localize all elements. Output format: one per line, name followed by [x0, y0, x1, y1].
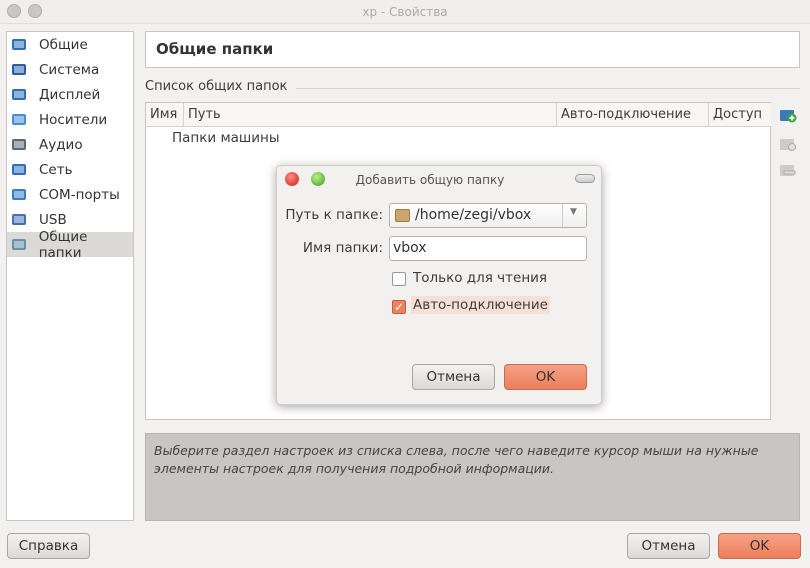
column-header-access[interactable]: Доступ [709, 103, 771, 127]
remove-folder-icon[interactable] [779, 162, 797, 178]
ok-button[interactable]: OK [718, 533, 801, 559]
sidebar-item[interactable]: Аудио [7, 132, 133, 157]
column-header-name[interactable]: Имя [146, 103, 184, 127]
divider [296, 88, 800, 89]
path-label: Путь к папке: [285, 207, 383, 223]
sidebar-item-label: Дисплей [39, 86, 101, 103]
table-row[interactable]: Папки машины [172, 130, 280, 146]
sidebar-item-label: Система [39, 61, 100, 78]
network-icon [11, 162, 29, 178]
sidebar-item[interactable]: Система [7, 57, 133, 82]
add-shared-folder-dialog: Добавить общую папку Путь к папке: /home… [276, 165, 602, 405]
serial-ports-icon [11, 187, 29, 203]
sidebar-item-label: Сеть [39, 161, 73, 178]
path-combobox[interactable]: /home/zegi/vbox ▼ [389, 203, 587, 228]
usb-icon [11, 212, 29, 228]
dialog-minimize-button[interactable] [575, 174, 595, 183]
sidebar-item-label: Носители [39, 111, 108, 128]
sidebar-item[interactable]: COM-порты [7, 182, 133, 207]
shared-folders-icon [11, 237, 29, 253]
title-bar: xp - Свойства [0, 0, 810, 24]
name-label: Имя папки: [302, 240, 383, 256]
sidebar-item-label: Аудио [39, 136, 83, 153]
readonly-label[interactable]: Только для чтения [413, 270, 547, 286]
info-panel: Выберите раздел настроек из списка слева… [145, 433, 800, 521]
chevron-down-icon[interactable]: ▼ [570, 207, 577, 217]
automount-checkbox[interactable]: ✓ [392, 300, 406, 314]
sidebar-item[interactable]: Сеть [7, 157, 133, 182]
sidebar-item-label: COM-порты [39, 186, 120, 203]
general-icon [11, 37, 29, 53]
help-button[interactable]: Справка [7, 533, 90, 559]
group-label: Список общих папок [145, 79, 288, 94]
dialog-title: Добавить общую папку [355, 173, 505, 187]
settings-sidebar: Общие Система Дисплей Носители Аудио Сеть COM-… [6, 31, 134, 521]
column-header-automount[interactable]: Авто-подключение [557, 103, 709, 127]
dialog-ok-button[interactable]: OK [504, 364, 587, 390]
sidebar-item-label: Общие [39, 36, 88, 53]
sidebar-item[interactable]: Носители [7, 107, 133, 132]
sidebar-item-label: Общие папки [38, 228, 88, 261]
dialog-cancel-button[interactable]: Отмена [412, 364, 495, 390]
edit-folder-icon[interactable] [779, 136, 797, 152]
sidebar-item[interactable]: Дисплей [7, 82, 133, 107]
readonly-checkbox[interactable] [392, 272, 406, 286]
folder-icon [395, 209, 410, 222]
automount-label[interactable]: Авто-подключение [411, 296, 550, 314]
column-header-path[interactable]: Путь [184, 103, 557, 127]
folder-name-input[interactable]: vbox [389, 236, 587, 261]
storage-icon [11, 112, 29, 128]
add-folder-icon[interactable] [779, 107, 797, 123]
path-value: /home/zegi/vbox [415, 207, 532, 223]
sidebar-item-label: USB [39, 211, 67, 228]
sidebar-item[interactable]: Общие [7, 32, 133, 57]
window-title: xp - Свойства [362, 5, 448, 19]
system-icon [11, 62, 29, 78]
audio-icon [11, 137, 29, 153]
display-icon [11, 87, 29, 103]
cancel-button[interactable]: Отмена [627, 533, 710, 559]
sidebar-item[interactable]: Общие папки [7, 229, 133, 261]
page-title: Общие папки [145, 31, 800, 68]
